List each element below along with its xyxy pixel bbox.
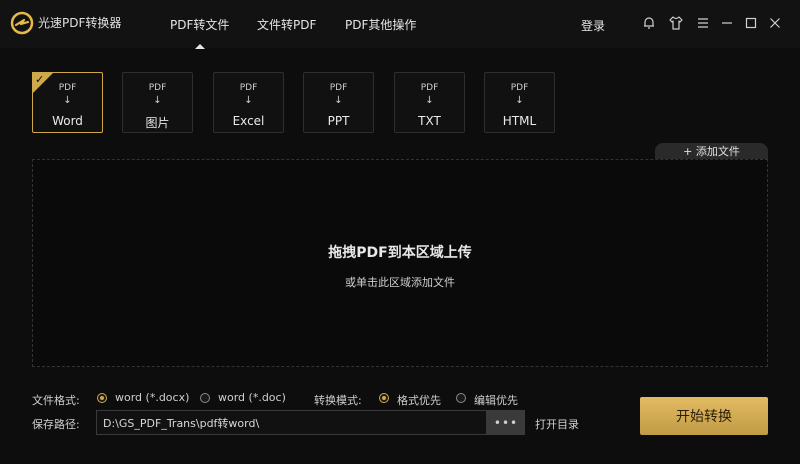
app-logo-icon [10,11,34,35]
bell-icon[interactable] [640,14,658,32]
arrow-down-icon: ↓ [334,95,343,106]
format-card-word[interactable]: ✓ PDF ↓ Word [32,72,103,133]
format-label: Excel [232,114,265,128]
save-path-input[interactable] [96,410,487,435]
close-icon[interactable] [766,14,784,32]
login-button[interactable]: 登录 [581,17,605,34]
arrow-down-icon: ↓ [153,95,162,106]
drop-zone-subtitle: 或单击此区域添加文件 [345,276,455,289]
format-source-label: PDF [239,83,258,93]
arrow-down-icon: ↓ [425,95,434,106]
conversion-mode-label: 转换模式: [314,394,362,407]
add-file-button[interactable]: + 添加文件 [655,143,768,160]
drop-zone-title: 拖拽PDF到本区域上传 [328,245,472,261]
format-source-label: PDF [148,83,167,93]
shirt-icon[interactable] [667,14,685,32]
radio-edit-priority[interactable] [456,393,466,403]
file-drop-zone[interactable]: 拖拽PDF到本区域上传 或单击此区域添加文件 [32,159,768,367]
format-source-label: PDF [329,83,348,93]
radio-docx[interactable] [97,393,107,403]
minimize-icon[interactable] [718,14,736,32]
open-directory-link[interactable]: 打开目录 [535,416,579,432]
radio-edit-priority-label[interactable]: 编辑优先 [474,392,518,408]
start-convert-button[interactable]: 开始转换 [640,397,768,435]
tab-pdf-other[interactable]: PDF其他操作 [345,16,416,33]
format-label: HTML [502,114,537,128]
file-format-label: 文件格式: [32,394,80,407]
save-path-label: 保存路径: [32,418,80,431]
arrow-down-icon: ↓ [244,95,253,106]
arrow-down-icon: ↓ [63,95,72,106]
format-label: Word [52,114,83,128]
format-card-image[interactable]: PDF ↓ 图片 [122,72,193,133]
radio-doc-label[interactable]: word (*.doc) [218,391,286,404]
format-label: TXT [418,114,441,128]
menu-icon[interactable] [694,14,712,32]
radio-format-priority[interactable] [379,393,389,403]
format-card-ppt[interactable]: PDF ↓ PPT [303,72,374,133]
radio-docx-label[interactable]: word (*.docx) [115,391,189,404]
format-card-html[interactable]: PDF ↓ HTML [484,72,555,133]
format-label: 图片 [145,116,170,130]
title-bar: 光速PDF转换器 PDF转文件 文件转PDF PDF其他操作 登录 [0,0,800,49]
format-source-label: PDF [58,83,77,93]
maximize-icon[interactable] [742,14,760,32]
radio-format-priority-label[interactable]: 格式优先 [397,392,441,408]
app-title: 光速PDF转换器 [38,16,122,30]
format-source-label: PDF [420,83,439,93]
tab-pdf-to-file[interactable]: PDF转文件 [170,16,229,49]
tab-file-to-pdf[interactable]: 文件转PDF [257,16,316,33]
format-label: PPT [327,114,350,128]
browse-button[interactable]: ••• [487,410,525,435]
format-card-txt[interactable]: PDF ↓ TXT [394,72,465,133]
format-source-label: PDF [510,83,529,93]
arrow-down-icon: ↓ [515,95,524,106]
format-card-excel[interactable]: PDF ↓ Excel [213,72,284,133]
radio-doc[interactable] [200,393,210,403]
